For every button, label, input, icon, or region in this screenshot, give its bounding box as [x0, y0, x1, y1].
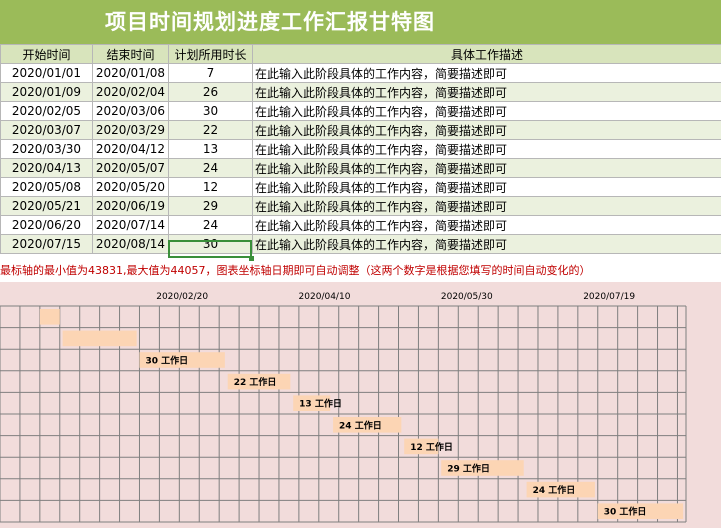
- selected-cell[interactable]: [168, 240, 252, 258]
- table-row: 2020/01/09 2020/02/04 26 在此输入此阶段具体的工作内容，简要描…: [0, 82, 721, 102]
- x-tick-label: 2020/07/19: [583, 292, 635, 302]
- end-date-cell[interactable]: 2020/02/04: [92, 82, 169, 102]
- start-date-cell[interactable]: 2020/03/07: [0, 120, 93, 140]
- schedule-table: 开始时间 结束时间 计划所用时长 具体工作描述 2020/01/01 2020/0…: [0, 44, 721, 254]
- end-date-cell[interactable]: 2020/07/14: [92, 215, 169, 235]
- duration-cell[interactable]: 22: [168, 120, 253, 140]
- description-cell[interactable]: 在此输入此阶段具体的工作内容，简要描述即可: [252, 101, 721, 121]
- gantt-bar-label: 12 工作日: [410, 441, 453, 453]
- page-title: 项目时间规划进度工作汇报甘特图: [105, 10, 435, 34]
- header-end-time[interactable]: 结束时间: [92, 44, 169, 64]
- description-cell[interactable]: 在此输入此阶段具体的工作内容，简要描述即可: [252, 158, 721, 178]
- duration-cell[interactable]: 29: [168, 196, 253, 216]
- table-row: 2020/06/20 2020/07/14 24 在此输入此阶段具体的工作内容，简要描…: [0, 215, 721, 235]
- header-description[interactable]: 具体工作描述: [252, 44, 721, 64]
- duration-cell[interactable]: 13: [168, 139, 253, 159]
- end-date-cell[interactable]: 2020/04/12: [92, 139, 169, 159]
- description-cell[interactable]: 在此输入此阶段具体的工作内容，简要描述即可: [252, 63, 721, 83]
- start-date-cell[interactable]: 2020/01/01: [0, 63, 93, 83]
- duration-cell[interactable]: 30: [168, 101, 253, 121]
- gantt-bar-label: 13 工作日: [299, 398, 342, 410]
- gantt-bar-label: 24 工作日: [339, 419, 382, 431]
- table-row: 2020/05/21 2020/06/19 29 在此输入此阶段具体的工作内容，简要描…: [0, 196, 721, 216]
- end-date-cell[interactable]: 2020/01/08: [92, 63, 169, 83]
- duration-cell[interactable]: 12: [168, 177, 253, 197]
- gantt-bar-label: 24 工作日: [533, 484, 576, 496]
- axis-note: 最标轴的最小值为43831,最大值为44057，图表坐标轴日期即可自动调整（这两…: [0, 264, 591, 277]
- x-tick-label: 2020/02/20: [156, 292, 208, 302]
- table-row: 2020/04/13 2020/05/07 24 在此输入此阶段具体的工作内容，简要描…: [0, 158, 721, 178]
- gantt-bar-label: 30 工作日: [145, 355, 188, 367]
- end-date-cell[interactable]: 2020/05/07: [92, 158, 169, 178]
- description-cell[interactable]: 在此输入此阶段具体的工作内容，简要描述即可: [252, 215, 721, 235]
- description-cell[interactable]: 在此输入此阶段具体的工作内容，简要描述即可: [252, 177, 721, 197]
- description-cell[interactable]: 在此输入此阶段具体的工作内容，简要描述即可: [252, 139, 721, 159]
- start-date-cell[interactable]: 2020/04/13: [0, 158, 93, 178]
- start-date-cell[interactable]: 2020/07/15: [0, 234, 93, 254]
- start-date-cell[interactable]: 2020/05/21: [0, 196, 93, 216]
- start-date-cell[interactable]: 2020/06/20: [0, 215, 93, 235]
- gantt-bar-label: 22 工作日: [234, 376, 277, 388]
- start-date-cell[interactable]: 2020/05/08: [0, 177, 93, 197]
- gantt-bar: [62, 330, 137, 347]
- title-bar: 项目时间规划进度工作汇报甘特图: [0, 0, 721, 44]
- start-date-cell[interactable]: 2020/01/09: [0, 82, 93, 102]
- duration-cell[interactable]: 26: [168, 82, 253, 102]
- header-duration[interactable]: 计划所用时长: [168, 44, 253, 64]
- description-cell[interactable]: 在此输入此阶段具体的工作内容，简要描述即可: [252, 82, 721, 102]
- gantt-bar-label: 30 工作日: [604, 506, 647, 518]
- table-row: 2020/03/30 2020/04/12 13 在此输入此阶段具体的工作内容，简要描…: [0, 139, 721, 159]
- duration-cell[interactable]: 24: [168, 215, 253, 235]
- table-row: 2020/07/15 2020/08/14 30 在此输入此阶段具体的工作内容，简要描…: [0, 234, 721, 254]
- end-date-cell[interactable]: 2020/05/20: [92, 177, 169, 197]
- table-row: 2020/03/07 2020/03/29 22 在此输入此阶段具体的工作内容，简要描…: [0, 120, 721, 140]
- end-date-cell[interactable]: 2020/03/29: [92, 120, 169, 140]
- table-row: 2020/05/08 2020/05/20 12 在此输入此阶段具体的工作内容，简要描…: [0, 177, 721, 197]
- gantt-chart-svg: 2020/02/20 2020/04/10 2020/05/30 2020/07/19…: [0, 292, 687, 523]
- duration-cell[interactable]: 7: [168, 63, 253, 83]
- start-date-cell[interactable]: 2020/02/05: [0, 101, 93, 121]
- gantt-bar-label: 29 工作日: [447, 463, 490, 475]
- end-date-cell[interactable]: 2020/06/19: [92, 196, 169, 216]
- gantt-chart[interactable]: 2020/02/20 2020/04/10 2020/05/30 2020/07/19…: [0, 282, 721, 528]
- description-cell[interactable]: 在此输入此阶段具体的工作内容，简要描述即可: [252, 120, 721, 140]
- header-start-time[interactable]: 开始时间: [0, 44, 93, 64]
- end-date-cell[interactable]: 2020/08/14: [92, 234, 169, 254]
- description-cell[interactable]: 在此输入此阶段具体的工作内容，简要描述即可: [252, 196, 721, 216]
- gantt-bar: [39, 309, 60, 325]
- table-row: 2020/02/05 2020/03/06 30 在此输入此阶段具体的工作内容，简要描…: [0, 101, 721, 121]
- table-row: 2020/01/01 2020/01/08 7 在此输入此阶段具体的工作内容，简要描述…: [0, 63, 721, 83]
- duration-cell[interactable]: 24: [168, 158, 253, 178]
- description-cell[interactable]: 在此输入此阶段具体的工作内容，简要描述即可: [252, 234, 721, 254]
- x-tick-label: 2020/05/30: [441, 292, 493, 302]
- fill-handle[interactable]: [249, 256, 254, 261]
- x-tick-label: 2020/04/10: [299, 292, 351, 302]
- table-header-row: 开始时间 结束时间 计划所用时长 具体工作描述: [0, 44, 721, 64]
- end-date-cell[interactable]: 2020/03/06: [92, 101, 169, 121]
- start-date-cell[interactable]: 2020/03/30: [0, 139, 93, 159]
